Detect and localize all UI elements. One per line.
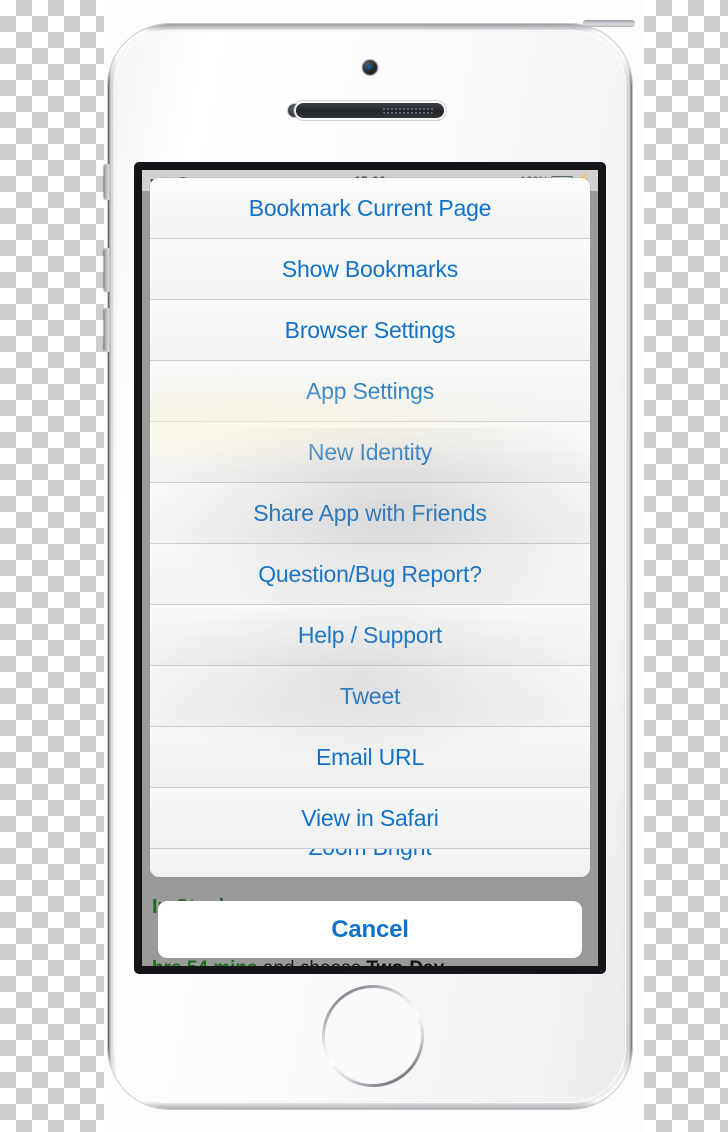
action-sheet-container: Bookmark Current Page Show Bookmarks Bro… (150, 178, 590, 958)
volume-down-button[interactable] (104, 308, 111, 352)
action-item-share-app-with-friends[interactable]: Share App with Friends (150, 483, 590, 544)
home-button-ring (322, 985, 424, 1087)
action-item-view-in-safari[interactable]: View in Safari (150, 788, 590, 849)
screen-bezel: ••••• 15:00 100% ⚡ In Stock hrs 54 mins … (134, 162, 606, 974)
action-item-tweet[interactable]: Tweet (150, 666, 590, 727)
shipping-option: Two-Day (366, 958, 444, 966)
action-item-email-url[interactable]: Email URL (150, 727, 590, 788)
earpiece-speaker-grille (296, 103, 444, 118)
action-item-browser-settings[interactable]: Browser Settings (150, 300, 590, 361)
action-item-help-support[interactable]: Help / Support (150, 605, 590, 666)
action-item-bookmark-current-page[interactable]: Bookmark Current Page (150, 178, 590, 239)
action-item-app-settings[interactable]: App Settings (150, 361, 590, 422)
mute-switch[interactable] (104, 164, 111, 200)
action-item-new-identity[interactable]: New Identity (150, 422, 590, 483)
phone-screen: ••••• 15:00 100% ⚡ In Stock hrs 54 mins … (142, 170, 598, 966)
shipping-estimate-text: hrs 54 mins and choose Two-Day (152, 958, 444, 966)
action-item-show-bookmarks[interactable]: Show Bookmarks (150, 239, 590, 300)
home-button[interactable] (322, 985, 421, 1084)
action-item-zoom-bright[interactable]: Zoom Bright (150, 849, 590, 877)
cancel-button[interactable]: Cancel (158, 901, 582, 958)
action-item-zoom-bright-label: Zoom Bright (308, 849, 431, 861)
volume-up-button[interactable] (104, 248, 111, 292)
power-button[interactable] (583, 20, 635, 27)
action-item-question-bug-report[interactable]: Question/Bug Report? (150, 544, 590, 605)
front-camera-icon (362, 60, 378, 75)
shipping-countdown: hrs 54 mins (152, 958, 258, 966)
shipping-middle: and choose (258, 958, 367, 966)
iphone-device: ••••• 15:00 100% ⚡ In Stock hrs 54 mins … (104, 20, 635, 1109)
action-sheet: Bookmark Current Page Show Bookmarks Bro… (150, 178, 590, 877)
